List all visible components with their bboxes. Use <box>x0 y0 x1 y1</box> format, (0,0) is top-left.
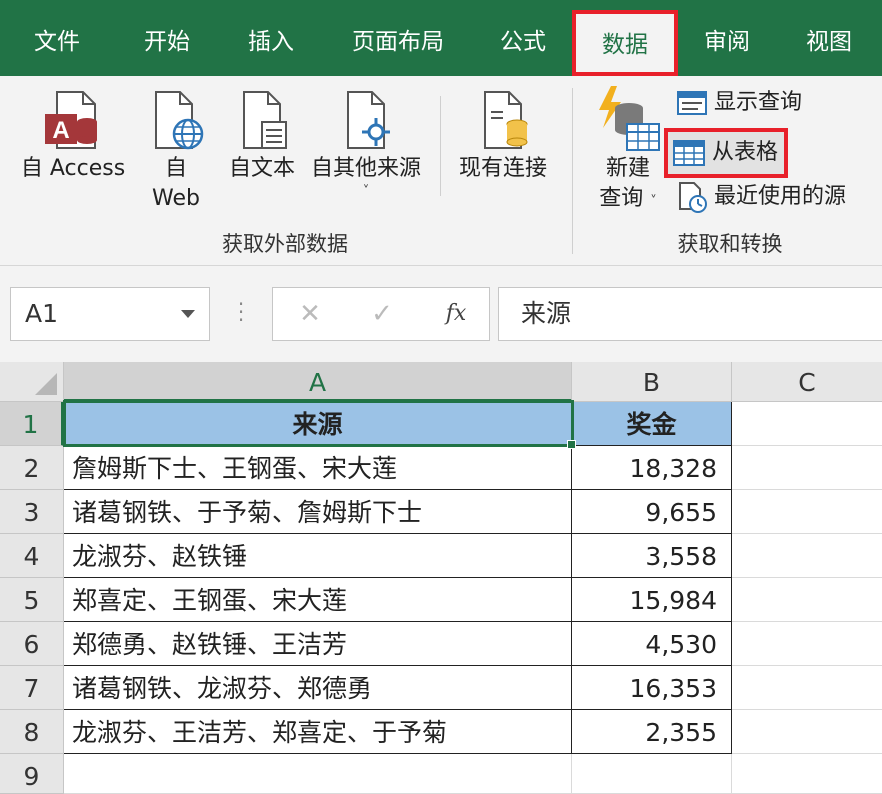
text-file-icon <box>243 91 287 149</box>
cell-a2[interactable]: 詹姆斯下士、王钢蛋、宋大莲 <box>64 446 572 490</box>
table-grid-icon <box>673 140 705 166</box>
cell-b8[interactable]: 2,355 <box>572 710 732 754</box>
cell-a7[interactable]: 诸葛钢铁、龙淑芬、郑德勇 <box>64 666 572 710</box>
cell-b5[interactable]: 15,984 <box>572 578 732 622</box>
cell-a5[interactable]: 郑喜定、王钢蛋、宋大莲 <box>64 578 572 622</box>
tab-page-layout[interactable]: 页面布局 <box>338 0 458 76</box>
row-header-7[interactable]: 7 <box>0 666 64 710</box>
column-header-b[interactable]: B <box>572 362 732 402</box>
cell-c1[interactable] <box>732 402 882 446</box>
select-all-triangle-icon <box>35 373 57 395</box>
access-database-icon: A <box>45 91 97 149</box>
tab-home[interactable]: 开始 <box>124 0 210 76</box>
from-text-button[interactable]: 自文本 <box>222 88 302 184</box>
cell-c3[interactable] <box>732 490 882 534</box>
cell-c9[interactable] <box>732 754 882 794</box>
new-query-label-line2: 查询 ˅ <box>599 186 657 211</box>
from-access-label: 自 Access <box>20 156 126 181</box>
row-header-9[interactable]: 9 <box>0 754 64 794</box>
new-query-label-line1: 新建 <box>605 156 650 181</box>
cell-b2[interactable]: 18,328 <box>572 446 732 490</box>
cell-b1[interactable]: 奖金 <box>572 402 732 446</box>
new-query-icon <box>599 86 660 151</box>
from-table-label: 从表格 <box>712 140 779 165</box>
chevron-down-icon[interactable] <box>181 310 195 318</box>
row-header-2[interactable]: 2 <box>0 446 64 490</box>
tab-view[interactable]: 视图 <box>786 0 872 76</box>
formula-input[interactable]: 来源 <box>498 287 882 341</box>
tab-insert[interactable]: 插入 <box>228 0 314 76</box>
row-header-4[interactable]: 4 <box>0 534 64 578</box>
row-header-5[interactable]: 5 <box>0 578 64 622</box>
cell-a4[interactable]: 龙淑芬、赵铁锤 <box>64 534 572 578</box>
existing-connections-label: 现有连接 <box>458 156 547 181</box>
from-web-label-line1: 自 <box>164 156 187 181</box>
cell-c6[interactable] <box>732 622 882 666</box>
recent-sources-icon <box>679 182 707 213</box>
existing-connections-icon <box>484 91 528 149</box>
cell-a8[interactable]: 龙淑芬、王洁芳、郑喜定、于予菊 <box>64 710 572 754</box>
cell-b4[interactable]: 3,558 <box>572 534 732 578</box>
row-header-6[interactable]: 6 <box>0 622 64 666</box>
from-access-button[interactable]: A 自 Access <box>14 88 132 184</box>
tab-data[interactable]: 数据 <box>572 10 678 76</box>
select-all-corner[interactable] <box>0 362 64 402</box>
cell-b6[interactable]: 4,530 <box>572 622 732 666</box>
recent-sources-label: 最近使用的源 <box>714 184 847 209</box>
from-other-sources-label: 自其他来源 <box>310 156 421 181</box>
cell-c5[interactable] <box>732 578 882 622</box>
name-box-value: A1 <box>25 299 59 328</box>
web-globe-icon <box>155 91 204 150</box>
insert-function-icon[interactable]: fx <box>431 288 481 340</box>
formula-controls: ✕ ✓ fx <box>272 287 490 341</box>
cell-c4[interactable] <box>732 534 882 578</box>
tab-formulas[interactable]: 公式 <box>480 0 566 76</box>
enter-check-icon[interactable]: ✓ <box>357 288 407 340</box>
row-header-3[interactable]: 3 <box>0 490 64 534</box>
svg-text:A: A <box>52 117 69 144</box>
group-label-get-external-data: 获取外部数据 <box>222 232 348 256</box>
cell-a9[interactable] <box>64 754 572 794</box>
cell-b3[interactable]: 9,655 <box>572 490 732 534</box>
ribbon-tab-bar: 文件 开始 插入 页面布局 公式 数据 审阅 视图 <box>0 0 882 76</box>
name-box[interactable]: A1 <box>10 287 210 341</box>
fill-handle[interactable] <box>567 440 576 449</box>
cell-a3[interactable]: 诸葛钢铁、于予菊、詹姆斯下士 <box>64 490 572 534</box>
tab-file[interactable]: 文件 <box>14 0 100 76</box>
tab-review[interactable]: 审阅 <box>684 0 770 76</box>
existing-connections-button[interactable]: 现有连接 <box>448 88 558 184</box>
ribbon: A 自 Access 自 Web 自文本 自其他来源 ˅ 现有连接 获取外部数据… <box>0 76 882 266</box>
cell-c2[interactable] <box>732 446 882 490</box>
ribbon-group-divider <box>572 88 573 254</box>
chevron-down-icon: ˅ <box>362 184 370 199</box>
from-text-label: 自文本 <box>228 156 295 181</box>
other-sources-icon <box>347 91 390 149</box>
from-web-button[interactable]: 自 Web <box>140 88 212 214</box>
cell-a1[interactable]: 来源 <box>64 402 572 446</box>
cell-c7[interactable] <box>732 666 882 710</box>
row-header-8[interactable]: 8 <box>0 710 64 754</box>
show-queries-icon <box>677 91 707 115</box>
recent-sources-button[interactable]: 最近使用的源 <box>676 178 846 216</box>
ribbon-divider <box>440 96 441 196</box>
column-header-c[interactable]: C <box>732 362 882 402</box>
chevron-down-icon: ˅ <box>650 194 657 209</box>
show-queries-label: 显示查询 <box>714 90 803 115</box>
row-header-1[interactable]: 1 <box>0 402 64 446</box>
worksheet-grid: A B C 1 2 3 4 5 6 7 8 9 来源 奖金 詹姆斯下士、王钢蛋、… <box>0 362 882 794</box>
cell-b9[interactable] <box>572 754 732 794</box>
cell-c8[interactable] <box>732 710 882 754</box>
column-header-a[interactable]: A <box>64 362 572 402</box>
new-query-button[interactable]: 新建 查询 ˅ <box>586 84 670 217</box>
formula-bar: A1 · · · ✕ ✓ fx 来源 <box>0 266 882 362</box>
cancel-icon[interactable]: ✕ <box>285 288 335 340</box>
from-table-button[interactable]: 从表格 <box>664 128 789 178</box>
from-web-label-line2: Web <box>152 186 200 211</box>
show-queries-button[interactable]: 显示查询 <box>676 84 802 122</box>
cell-b7[interactable]: 16,353 <box>572 666 732 710</box>
from-other-sources-button[interactable]: 自其他来源 ˅ <box>304 88 428 200</box>
group-label-get-and-transform: 获取和转换 <box>677 232 783 256</box>
more-options-icon[interactable]: · · · <box>236 294 246 330</box>
cell-a6[interactable]: 郑德勇、赵铁锤、王洁芳 <box>64 622 572 666</box>
